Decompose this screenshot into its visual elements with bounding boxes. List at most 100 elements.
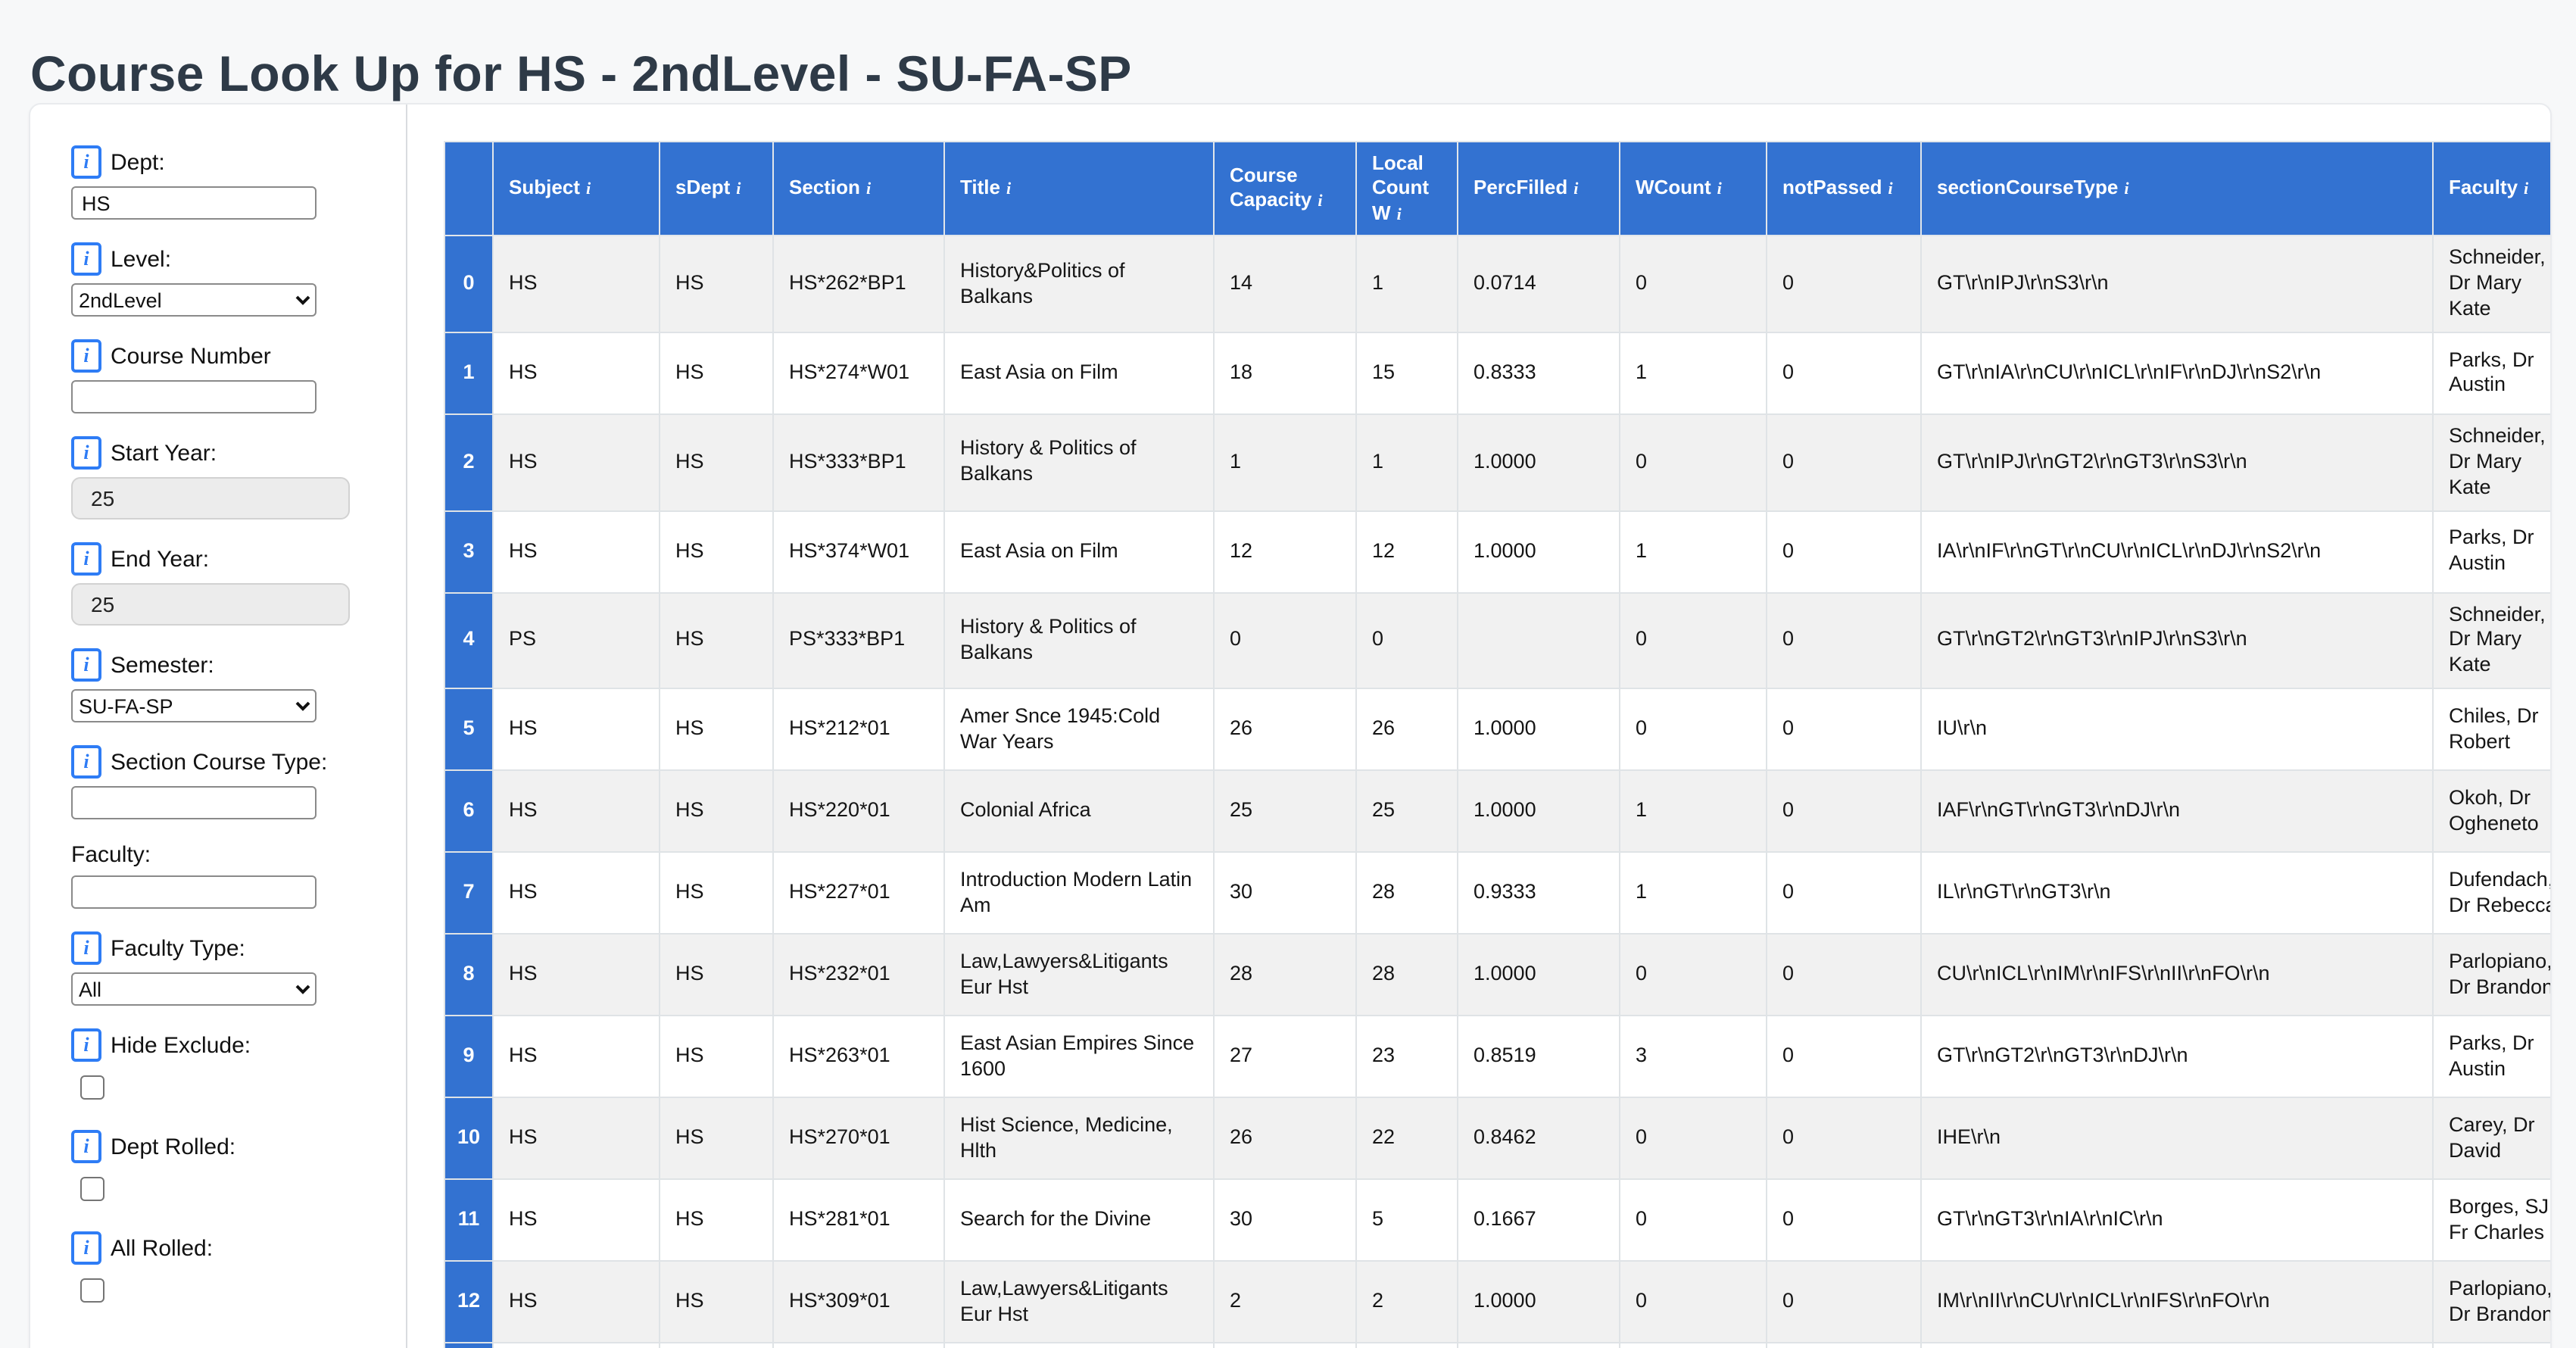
cell-index: 11 [444, 1179, 493, 1261]
section-course-type-input[interactable] [71, 786, 317, 819]
hide-exclude-checkbox[interactable] [80, 1075, 104, 1100]
cell-subject: HS [493, 1179, 660, 1261]
column-header-section: Sectioni [773, 142, 944, 236]
page-title: Course Look Up for HS - 2ndLevel - SU-FA… [30, 45, 1132, 103]
table-row: 12HSHSHS*309*01Law,Lawyers&Litigants Eur… [444, 1261, 2550, 1343]
cell-perc_filled: 1.0000 [1458, 934, 1620, 1016]
cell-local_count_w: 2 [1356, 1261, 1458, 1343]
cell-not_passed: 0 [1767, 852, 1921, 934]
dept-input[interactable] [71, 186, 317, 220]
info-icon: i [71, 648, 101, 682]
cell-sdept: HS [660, 1261, 773, 1343]
cell-course_capacity [1214, 1343, 1356, 1348]
cell-sdept: HS [660, 770, 773, 852]
column-header-course_capacity: Course Capacityi [1214, 142, 1356, 236]
cell-not_passed: 0 [1767, 332, 1921, 414]
cell-perc_filled: 1.0000 [1458, 1261, 1620, 1343]
header-info-icon: i [736, 181, 741, 199]
cell-subject: HS [493, 1097, 660, 1179]
filter-label-start-year: i Start Year: [71, 436, 406, 470]
filter-group-dept-rolled: iDept Rolled: [71, 1130, 406, 1209]
cell-sdept: HS [660, 934, 773, 1016]
start-year-input [71, 477, 350, 520]
cell-section_course_type: GT\r\nIA\r\nCU\r\nICL\r\nIF\r\nDJ\r\nS2\… [1921, 332, 2433, 414]
filter-group-hide-exclude: iHide Exclude: [71, 1028, 406, 1107]
table-row: 10HSHSHS*270*01Hist Science, Medicine, H… [444, 1097, 2550, 1179]
filter-label-level: iLevel: [71, 242, 406, 276]
filter-group-course-number: iCourse Number [71, 339, 406, 413]
column-header-label: WCount [1636, 176, 1711, 199]
column-header-subject: Subjecti [493, 142, 660, 236]
cell-section: HS*220*01 [773, 770, 944, 852]
cell-course_capacity: 28 [1214, 934, 1356, 1016]
filter-label-text: Dept Rolled: [111, 1134, 235, 1159]
cell-faculty: Dufendach, Dr Rebecca [2433, 852, 2550, 934]
all-rolled-checkbox[interactable] [80, 1278, 104, 1303]
cell-local_count_w: 15 [1356, 332, 1458, 414]
semester-select[interactable]: SU-FA-SP [71, 689, 317, 722]
cell-section_course_type: IU\r\n [1921, 688, 2433, 770]
table-header-row: SubjectisDeptiSectioniTitleiCourse Capac… [444, 142, 2550, 236]
cell-sdept: HS [660, 592, 773, 688]
filter-label-text: Start Year: [111, 440, 217, 466]
cell-subject: HS [493, 236, 660, 332]
level-select[interactable]: 2ndLevel [71, 283, 317, 317]
column-header-label: Subject [509, 176, 580, 199]
header-info-icon: i [1006, 181, 1011, 199]
cell-section: PS*333*BP1 [773, 592, 944, 688]
header-info-icon: i [866, 181, 871, 199]
cell-faculty: Parks, Dr Austin [2433, 510, 2550, 592]
table-row: 6HSHSHS*220*01Colonial Africa25251.00001… [444, 770, 2550, 852]
cell-index: 2 [444, 414, 493, 510]
cell-section_course_type: CU\r\nICL\r\nIM\r\nIFS\r\nII\r\nFO\r\n [1921, 934, 2433, 1016]
cell-wcount: 0 [1620, 1179, 1767, 1261]
course-lookup-page: Course Look Up for HS - 2ndLevel - SU-FA… [0, 0, 2576, 1348]
cell-index: 3 [444, 510, 493, 592]
filter-label-faculty: Faculty: [71, 842, 406, 868]
cell-local_count_w: 28 [1356, 852, 1458, 934]
cell-subject: HS [493, 414, 660, 510]
cell-local_count_w: 12 [1356, 510, 1458, 592]
cell-local_count_w: 1 [1356, 414, 1458, 510]
course-number-input[interactable] [71, 380, 317, 413]
table-row: 13America SnceChiles, Dr Robert [444, 1343, 2550, 1348]
cell-wcount: 1 [1620, 510, 1767, 592]
cell-local_count_w: 28 [1356, 934, 1458, 1016]
cell-index: 12 [444, 1261, 493, 1343]
info-icon: i [71, 436, 101, 470]
cell-subject: HS [493, 852, 660, 934]
cell-local_count_w: 23 [1356, 1016, 1458, 1097]
cell-local_count_w: 26 [1356, 688, 1458, 770]
column-header-index [444, 142, 493, 236]
cell-subject: HS [493, 688, 660, 770]
cell-course_capacity: 18 [1214, 332, 1356, 414]
filter-label-text: Semester: [111, 652, 214, 678]
cell-course_capacity: 12 [1214, 510, 1356, 592]
dept-rolled-checkbox[interactable] [80, 1177, 104, 1201]
cell-section_course_type: IHE\r\n [1921, 1097, 2433, 1179]
cell-sdept: HS [660, 414, 773, 510]
cell-subject [493, 1343, 660, 1348]
cell-title: History & Politics of Balkans [944, 592, 1214, 688]
cell-section_course_type: GT\r\nGT3\r\nIA\r\nIC\r\n [1921, 1179, 2433, 1261]
table-row: 1HSHSHS*274*W01East Asia on Film18150.83… [444, 332, 2550, 414]
cell-faculty: Okoh, Dr Ogheneto [2433, 770, 2550, 852]
cell-section [773, 1343, 944, 1348]
filter-group-semester: i Semester: SU-FA-SP [71, 648, 406, 722]
faculty-input[interactable] [71, 875, 317, 909]
column-header-label: Course Capacity [1230, 164, 1311, 211]
info-icon: i [71, 1231, 101, 1265]
cell-wcount: 1 [1620, 852, 1767, 934]
cell-wcount: 1 [1620, 332, 1767, 414]
faculty-type-select[interactable]: All [71, 972, 317, 1006]
cell-faculty: Schneider, Dr Mary Kate [2433, 592, 2550, 688]
cell-section: HS*270*01 [773, 1097, 944, 1179]
info-icon: i [71, 339, 101, 373]
filter-label-text: Hide Exclude: [111, 1032, 251, 1058]
cell-title: History & Politics of Balkans [944, 414, 1214, 510]
cell-title: Law,Lawyers&Litigants Eur Hst [944, 1261, 1214, 1343]
cell-index: 5 [444, 688, 493, 770]
info-icon: i [71, 745, 101, 779]
cell-faculty: Schneider, Dr Mary Kate [2433, 414, 2550, 510]
cell-course_capacity: 14 [1214, 236, 1356, 332]
